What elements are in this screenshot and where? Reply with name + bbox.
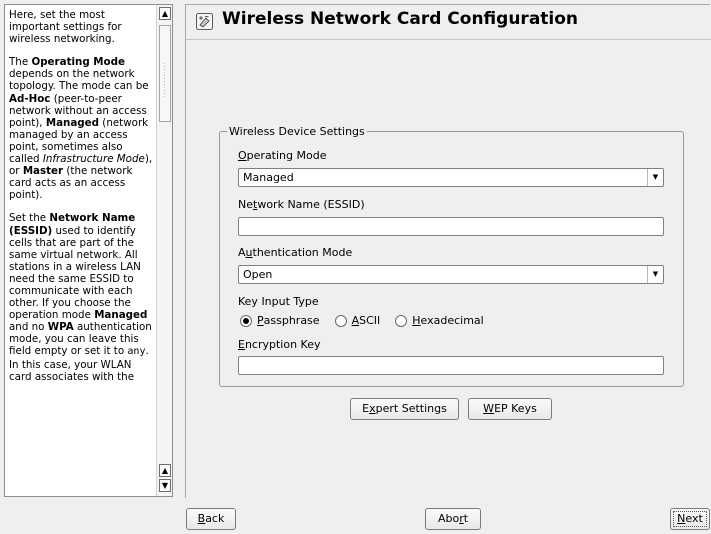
help-paragraph: The Operating Mode depends on the networ… [9, 56, 155, 201]
help-text-run: Ad-Hoc [9, 92, 51, 105]
wireless-device-settings-group: Wireless Device Settings Operating Mode … [219, 125, 684, 387]
triangle-up-icon: ▲ [161, 466, 169, 475]
back-button[interactable]: Back [186, 508, 236, 530]
operating-mode-label: Operating Mode [238, 149, 327, 162]
radio-checked-dot [243, 317, 249, 324]
scroll-down-button[interactable]: ▼ [159, 479, 171, 492]
essid-input[interactable] [238, 217, 664, 236]
page-title: Wireless Network Card Configuration [222, 9, 579, 29]
help-paragraph: Set the Network Name (ESSID) used to ide… [9, 212, 155, 382]
radio-button[interactable] [240, 314, 252, 327]
help-text-run: used to identify cells that are part of … [9, 224, 141, 322]
next-focus-ring: Next [673, 511, 707, 527]
help-text-run: Operating Mode [31, 56, 125, 69]
scrollbar-grip [163, 62, 167, 98]
encryption-key-label: Encryption Key [238, 338, 321, 351]
operating-mode-select[interactable]: Managed ▼ [238, 168, 664, 187]
radio-button[interactable] [334, 314, 347, 327]
operating-mode-value: Managed [243, 171, 294, 184]
help-text-run: Managed [45, 116, 100, 129]
scroll-up-button[interactable]: ▲ [159, 7, 171, 20]
help-text-run: Infrastructure Mode [42, 153, 145, 166]
radio-ascii[interactable]: A SCII [334, 314, 380, 327]
help-text-run: The [9, 56, 32, 69]
scrollbar-thumb[interactable] [159, 25, 171, 122]
help-text-run: and no [9, 321, 48, 334]
authentication-mode-select[interactable]: Open ▼ [238, 265, 664, 284]
abort-button[interactable]: Abort [425, 508, 481, 530]
wep-keys-button[interactable]: WEP Keys [468, 398, 552, 420]
radio-passphrase[interactable]: Passphrase [240, 314, 320, 327]
radio-button[interactable] [395, 314, 408, 327]
wireless-card-icon [196, 13, 213, 30]
key-input-type-radio-group: Passphrase A SCII Hexadecimal [240, 314, 499, 327]
help-text-run: Here, set the most important settings fo… [9, 9, 122, 46]
help-text-run: Set the [9, 212, 50, 225]
radio-hexadecimal[interactable]: Hexadecimal [395, 314, 484, 327]
help-paragraph: Here, set the most important settings fo… [9, 9, 155, 45]
next-button[interactable]: Next [670, 508, 710, 530]
authentication-mode-label: Authentication Mode [238, 246, 353, 259]
help-panel: Here, set the most important settings fo… [4, 4, 173, 497]
main-panel: Wireless Network Card Configuration Wire… [185, 4, 711, 498]
help-text-run: any [127, 346, 146, 358]
group-title: Wireless Device Settings [227, 125, 367, 138]
authentication-mode-value: Open [243, 268, 273, 281]
title-divider [186, 39, 711, 40]
essid-label: Network Name (ESSID) [238, 198, 365, 211]
help-text-run: Managed [94, 309, 148, 322]
triangle-up-icon: ▲ [161, 9, 169, 18]
encryption-key-input[interactable] [238, 356, 664, 375]
chevron-down-icon: ▼ [647, 266, 663, 283]
key-input-type-label: Key Input Type [238, 295, 319, 308]
help-text-run: depends on the network topology. The mod… [9, 68, 149, 93]
help-scrollbar[interactable]: ▲ ▲ ▼ [156, 5, 172, 496]
expert-settings-button[interactable]: Expert Settings [350, 398, 459, 420]
chevron-down-icon: ▼ [647, 169, 663, 186]
help-text-run: Master [22, 165, 64, 178]
scroll-up-button-bottom[interactable]: ▲ [159, 464, 171, 477]
help-text-run: WPA [47, 321, 74, 334]
help-text: Here, set the most important settings fo… [9, 9, 155, 394]
triangle-down-icon: ▼ [161, 481, 169, 490]
